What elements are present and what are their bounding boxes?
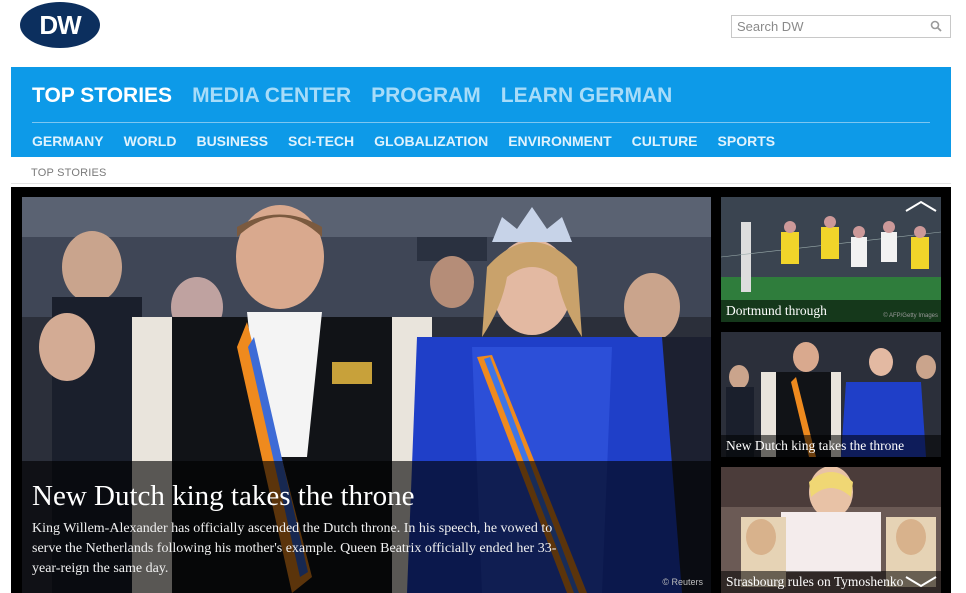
nav-top-stories[interactable]: TOP STORIES (32, 84, 172, 108)
nav-culture[interactable]: CULTURE (632, 133, 698, 149)
breadcrumb[interactable]: TOP STORIES (31, 167, 107, 179)
thumbnail-title: New Dutch king takes the throne (721, 435, 941, 457)
nav-media-center[interactable]: MEDIA CENTER (192, 84, 351, 108)
chevron-up-icon[interactable] (904, 199, 938, 213)
search-box[interactable] (731, 15, 951, 38)
nav-divider (32, 122, 930, 123)
hero-credit: © Reuters (662, 577, 703, 587)
thumbnail-dortmund[interactable]: Dortmund through © AFP/Getty Images (721, 197, 941, 322)
nav-world[interactable]: WORLD (124, 133, 177, 149)
top-stories-stage: New Dutch king takes the throne King Wil… (11, 187, 951, 593)
nav-germany[interactable]: GERMANY (32, 133, 104, 149)
nav-program[interactable]: PROGRAM (371, 84, 481, 108)
hero-caption: New Dutch king takes the throne King Wil… (22, 461, 711, 593)
chevron-down-icon[interactable] (904, 575, 938, 589)
nav-environment[interactable]: ENVIRONMENT (508, 133, 611, 149)
logo-text: DW (39, 9, 81, 40)
hero-story[interactable]: New Dutch king takes the throne King Wil… (22, 197, 711, 593)
thumbnail-dutch-king[interactable]: New Dutch king takes the throne (721, 332, 941, 457)
magnifier-icon[interactable] (930, 20, 942, 32)
breadcrumb-divider (11, 183, 951, 184)
nav-globalization[interactable]: GLOBALIZATION (374, 133, 488, 149)
secondary-nav: GERMANY WORLD BUSINESS SCI-TECH GLOBALIZ… (32, 133, 775, 149)
nav-sports[interactable]: SPORTS (718, 133, 776, 149)
nav-sci-tech[interactable]: SCI-TECH (288, 133, 354, 149)
hero-headline[interactable]: New Dutch king takes the throne (32, 479, 699, 513)
nav-learn-german[interactable]: LEARN GERMAN (501, 84, 673, 108)
search-input[interactable] (732, 16, 922, 37)
primary-nav: TOP STORIES MEDIA CENTER PROGRAM LEARN G… (32, 84, 672, 108)
hero-teaser: King Willem-Alexander has officially asc… (32, 521, 557, 576)
dw-logo[interactable]: DW (20, 2, 100, 48)
nav-business[interactable]: BUSINESS (196, 133, 268, 149)
thumbnail-credit: © AFP/Getty Images (883, 313, 938, 319)
main-navigation: TOP STORIES MEDIA CENTER PROGRAM LEARN G… (11, 67, 951, 157)
